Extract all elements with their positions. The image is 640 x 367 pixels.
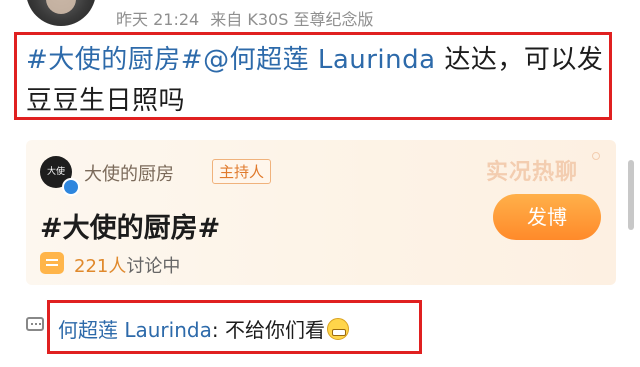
discussion-label: 讨论中 [126, 256, 181, 277]
comment-icon[interactable] [26, 317, 44, 331]
post-button[interactable]: 发博 [493, 194, 601, 240]
post-text: #大使的厨房#@何超莲 Laurinda 达达，可以发豆豆生日照吗 [26, 40, 610, 122]
comment: 何超莲 Laurinda: 不给你们看 [58, 314, 349, 343]
topic-link[interactable]: #大使的厨房# [26, 45, 203, 75]
post-time: 昨天 21:24 [116, 10, 200, 29]
discussion-count: 221人 [74, 256, 127, 277]
comment-body: 不给你们看 [224, 318, 325, 342]
topic-account-name[interactable]: 大使的厨房 [84, 160, 174, 186]
live-chat-dot-icon [592, 152, 600, 160]
verified-badge-icon [62, 178, 80, 196]
comment-separator: : [211, 318, 225, 342]
chat-bubble-icon [40, 252, 64, 274]
live-chat-label: 实况热聊 [486, 160, 579, 185]
post-meta: 昨天 21:24 来自 K30S 至尊纪念版 [116, 6, 379, 30]
mention-link[interactable]: @何超莲 Laurinda [203, 45, 436, 75]
comment-author[interactable]: 何超莲 Laurinda [58, 318, 212, 342]
post-source: 来自 K30S 至尊纪念版 [210, 10, 374, 29]
topic-title[interactable]: #大使的厨房# [40, 206, 220, 245]
topic-card[interactable]: 大使 大使的厨房 主持人 #大使的厨房# 实况热聊 发博 221人讨论中 [26, 140, 616, 285]
scrollbar[interactable] [628, 160, 634, 230]
discussion-info: 221人讨论中 [74, 252, 180, 278]
avatar[interactable] [26, 0, 96, 26]
grinning-emoji-icon [326, 318, 349, 340]
host-badge: 主持人 [212, 159, 272, 184]
